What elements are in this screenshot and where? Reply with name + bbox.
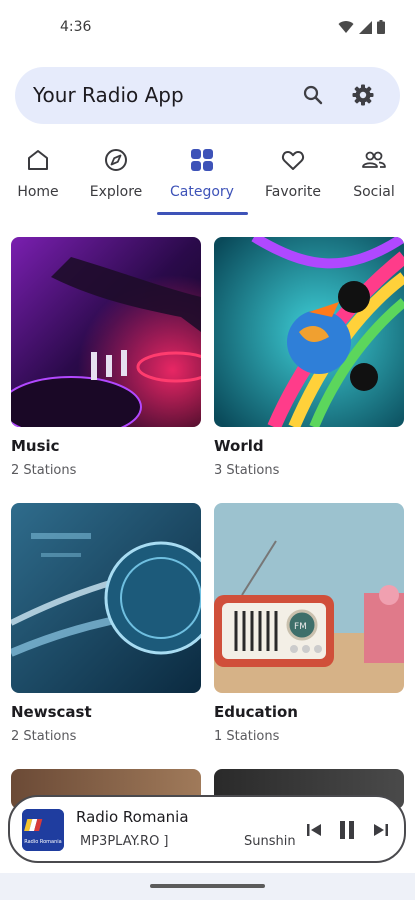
station-count: 3 Stations	[214, 463, 280, 478]
active-tab-indicator	[157, 212, 248, 215]
compass-icon	[105, 149, 127, 171]
station-count: 2 Stations	[11, 729, 77, 744]
previous-icon[interactable]	[302, 818, 326, 842]
search-icon[interactable]	[301, 83, 325, 107]
category-card-newscast[interactable]: Newscast 2 Stations	[9, 503, 218, 744]
mini-player[interactable]: Radio Romania Radio Romania MP3PLAY.RO ]…	[8, 795, 406, 863]
category-title: World	[214, 437, 264, 455]
category-title: Newscast	[11, 703, 92, 721]
search-bar[interactable]: Your Radio App	[15, 67, 400, 124]
tab-favorite-label: Favorite	[265, 184, 321, 200]
newscast-thumbnail	[9, 503, 218, 693]
svg-text:FM: FM	[294, 622, 307, 632]
wifi-icon	[338, 21, 354, 33]
status-bar: 4:36	[0, 0, 415, 56]
battery-icon	[377, 20, 385, 34]
grid-icon	[191, 149, 213, 171]
tab-home-label: Home	[17, 184, 59, 200]
category-tabs: Home Explore Category Favorite Social	[0, 140, 415, 218]
category-title: Education	[214, 703, 298, 721]
station-logo: Radio Romania	[22, 809, 64, 851]
education-thumbnail: FM	[214, 503, 404, 693]
app-title: Your Radio App	[33, 83, 184, 107]
music-thumbnail	[0, 237, 216, 438]
category-card-world[interactable]: World 3 Stations	[214, 232, 409, 478]
tab-explore[interactable]: Explore	[80, 140, 152, 216]
station-count: 1 Stations	[214, 729, 280, 744]
logo-text: Radio Romania	[24, 839, 62, 845]
home-icon	[28, 150, 48, 170]
status-icons	[338, 20, 385, 34]
category-title: Music	[11, 437, 60, 455]
gear-icon[interactable]	[351, 83, 375, 107]
cellular-icon	[359, 20, 372, 34]
tab-social[interactable]: Social	[342, 140, 406, 216]
tab-category[interactable]: Category	[158, 140, 246, 216]
tab-favorite[interactable]: Favorite	[256, 140, 330, 216]
tab-category-label: Category	[170, 184, 234, 200]
tab-social-label: Social	[353, 184, 395, 200]
tab-explore-label: Explore	[89, 184, 143, 200]
people-icon	[362, 151, 386, 168]
system-nav-bar	[0, 873, 415, 900]
radio-romania-logo: Radio Romania	[22, 809, 64, 851]
category-card-education[interactable]: FM Education 1 Stations	[214, 503, 404, 744]
heart-icon	[281, 151, 305, 170]
now-playing-marquee: Sunshine	[244, 834, 296, 849]
category-card-music[interactable]: Music 2 Stations	[0, 237, 216, 478]
next-icon[interactable]	[369, 818, 393, 842]
now-playing-subtitle: MP3PLAY.RO ]	[80, 834, 169, 849]
now-playing-station: Radio Romania	[76, 808, 189, 826]
station-count: 2 Stations	[11, 463, 77, 478]
status-time: 4:36	[60, 19, 92, 35]
pause-icon[interactable]	[335, 818, 359, 842]
tab-home[interactable]: Home	[2, 140, 74, 216]
home-gesture-handle[interactable]	[150, 884, 265, 888]
world-thumbnail	[214, 232, 409, 430]
